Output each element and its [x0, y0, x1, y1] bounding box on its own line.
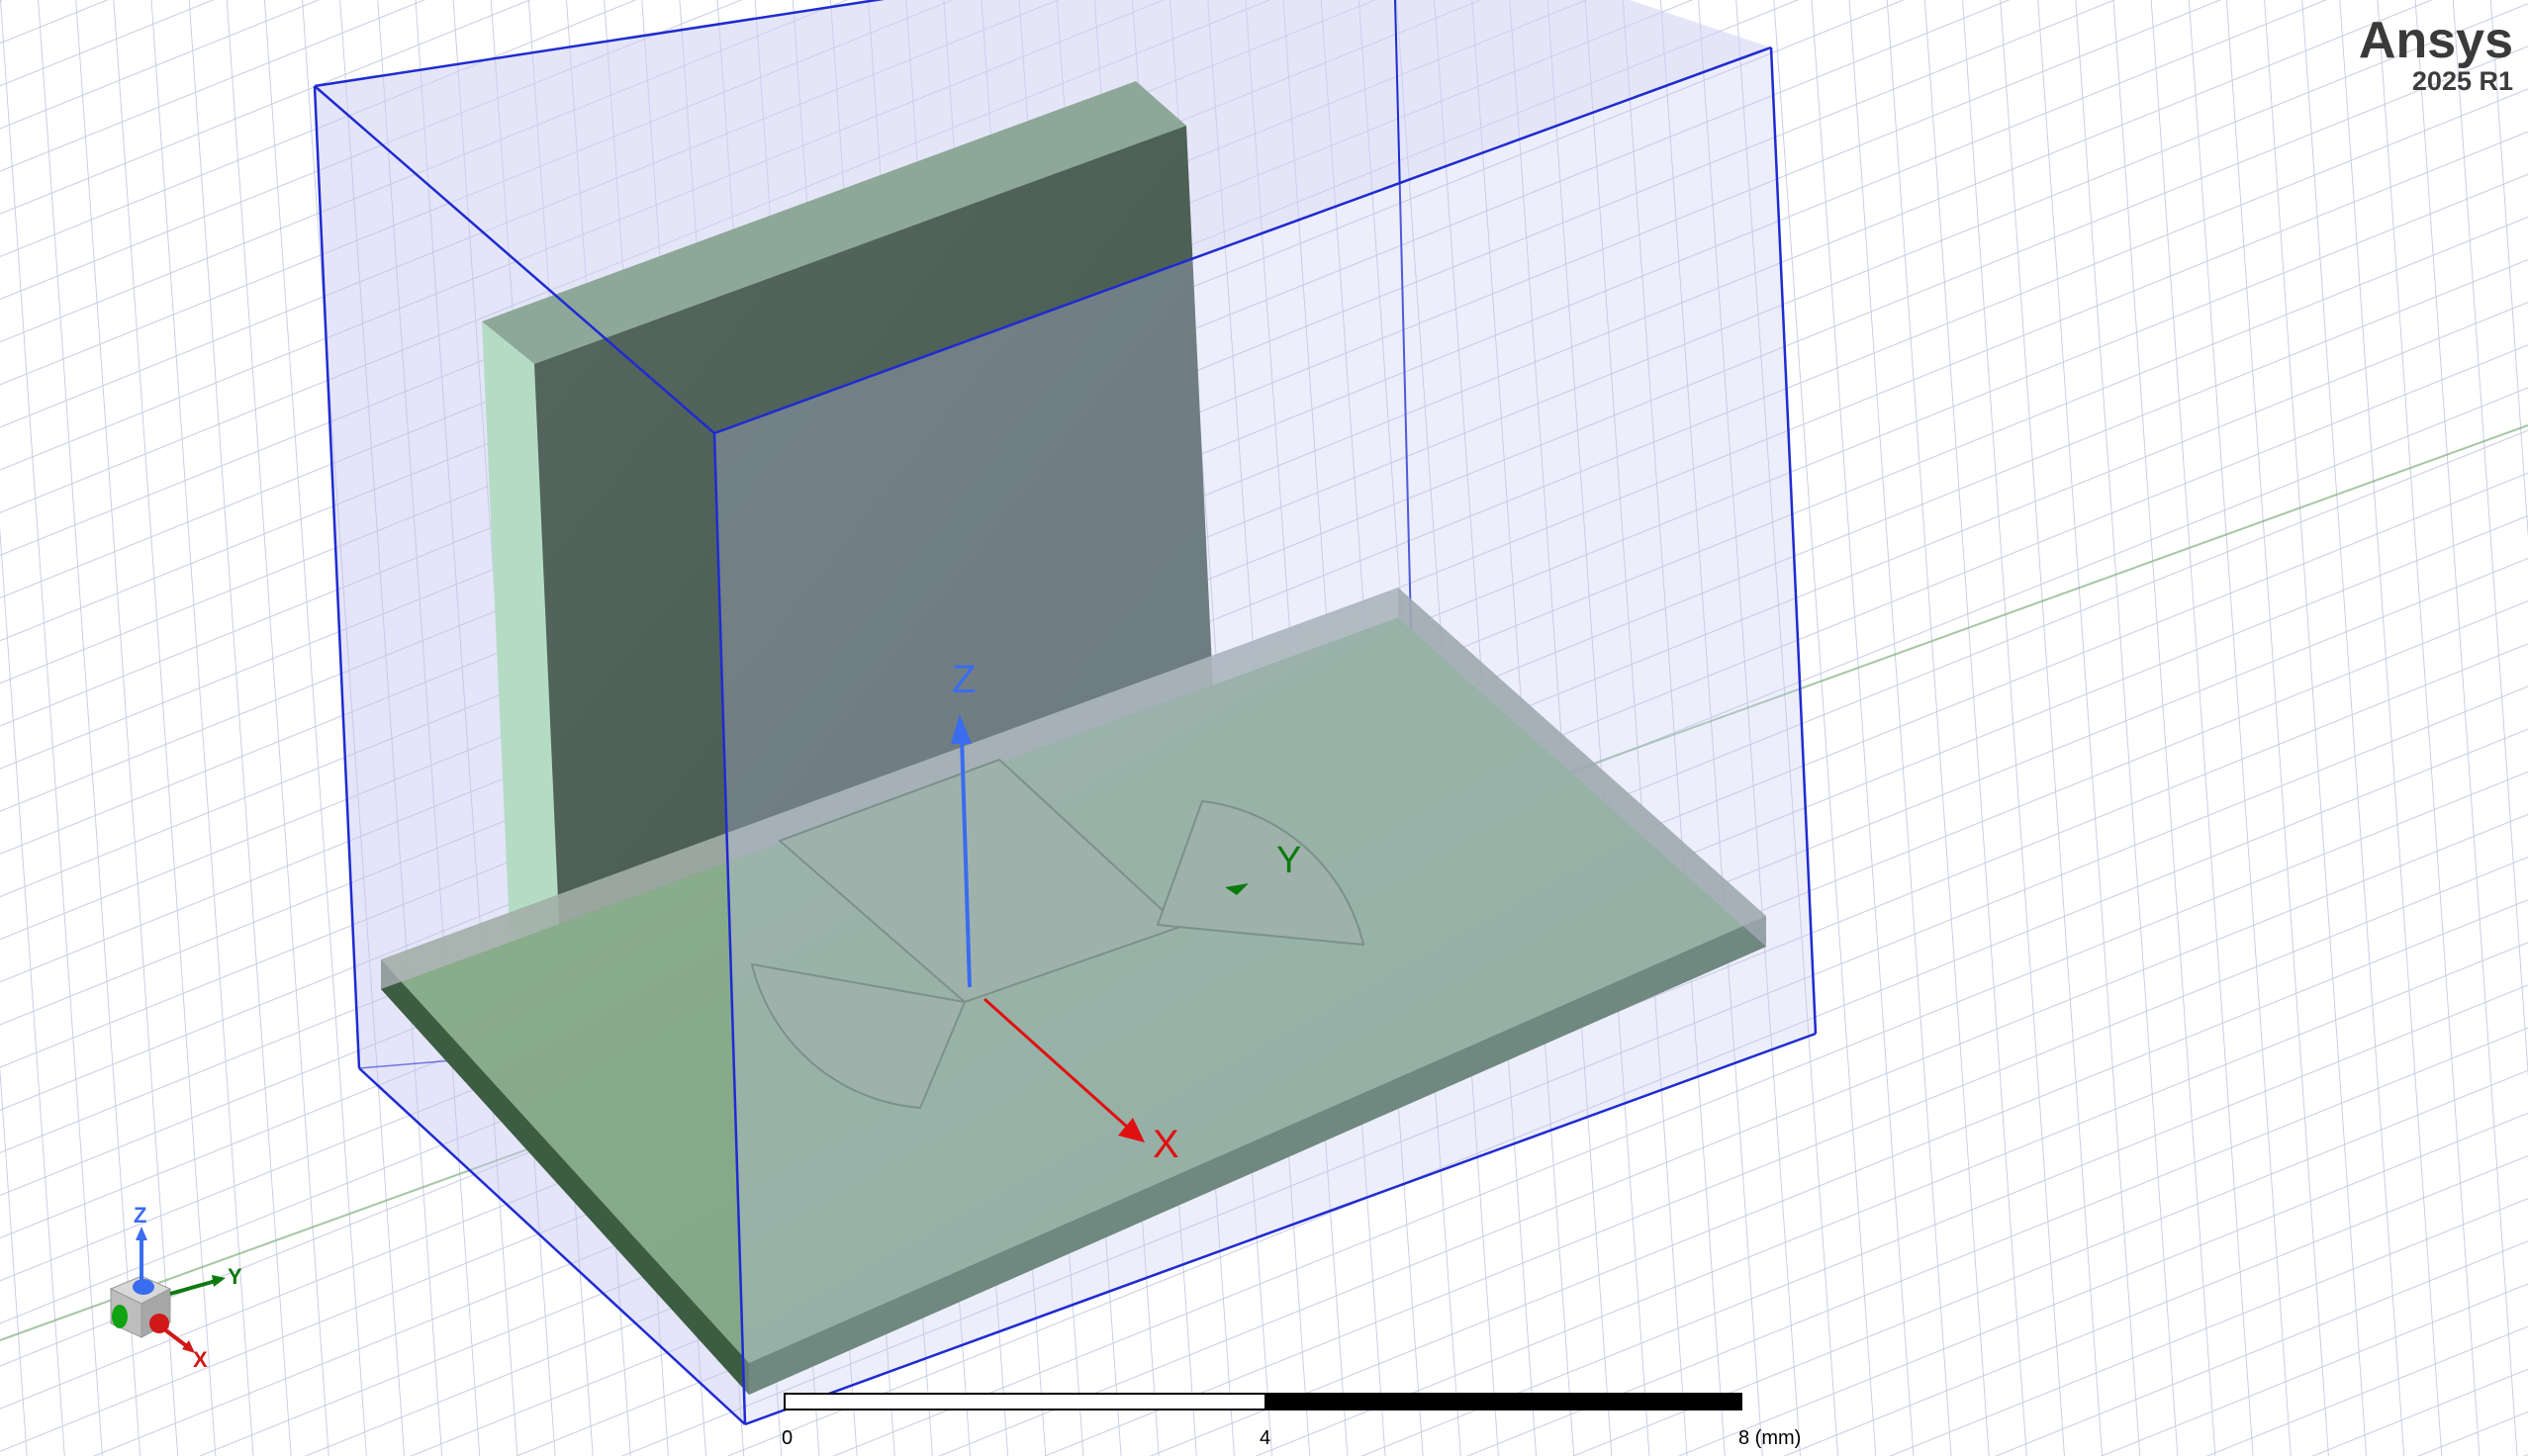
triad-y-ball	[112, 1305, 128, 1328]
3d-scene[interactable]: Z X Y Z Y X 0 4 8 (mm)	[0, 0, 2528, 1456]
brand-version: 2025 R1	[2411, 66, 2513, 96]
modeler-3d-viewport[interactable]: Z X Y Z Y X 0 4 8 (mm) Ansys 2025 R1	[0, 0, 2528, 1456]
z-axis-label: Z	[952, 658, 976, 701]
triad-x-label: X	[193, 1347, 208, 1372]
x-axis-label: X	[1153, 1123, 1179, 1166]
ansys-logo: Ansys 2025 R1	[2359, 14, 2513, 95]
scale-bar-tick-0: 0	[782, 1427, 793, 1449]
y-axis-label: Y	[1276, 840, 1301, 881]
triad-z-label: Z	[134, 1203, 146, 1228]
brand-name: Ansys	[2358, 12, 2513, 69]
scale-bar-tick-8: 8 (mm)	[1738, 1427, 1801, 1449]
triad-y-label: Y	[228, 1264, 242, 1289]
scale-bar-tick-4: 4	[1260, 1427, 1270, 1449]
